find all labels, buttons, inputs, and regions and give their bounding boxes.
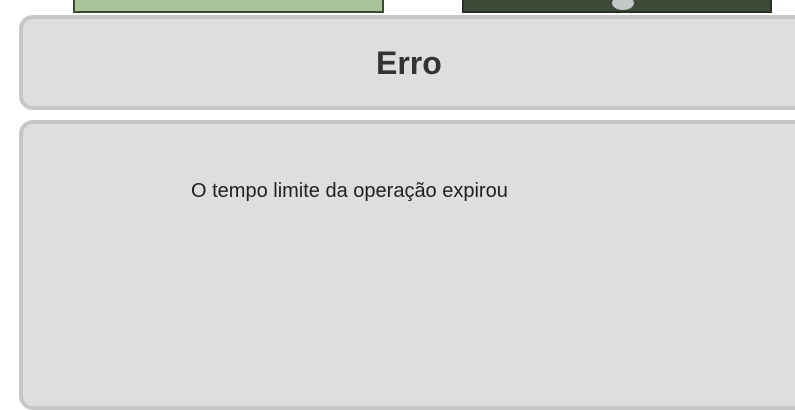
dialog-header: Erro xyxy=(19,15,795,110)
error-message: O tempo limite da operação expirou xyxy=(191,180,508,202)
dialog-title: Erro xyxy=(376,45,442,81)
error-dialog: Erro O tempo limite da operação expirou xyxy=(0,0,795,410)
dialog-body: O tempo limite da operação expirou xyxy=(19,120,795,410)
